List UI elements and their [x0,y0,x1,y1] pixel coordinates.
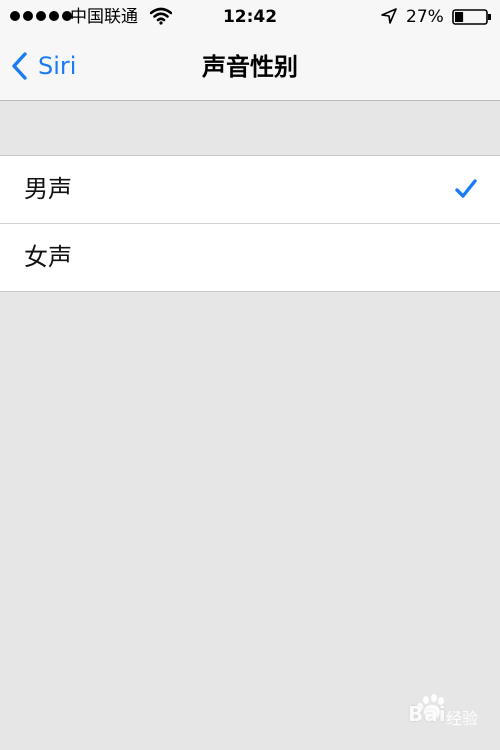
option-label: 男声 [24,175,72,203]
navigation-bar: Siri 声音性别 [0,34,500,101]
option-label: 女声 [24,243,72,271]
baidu-watermark: Bai 经验 [370,690,490,740]
battery-icon [452,9,491,25]
status-bar: 中国联通 12:42 27% [0,0,500,34]
voice-gender-list: 男声 女声 [0,155,500,292]
option-male-voice[interactable]: 男声 [0,156,500,223]
option-female-voice[interactable]: 女声 [0,223,500,291]
back-button[interactable]: Siri [10,48,76,84]
back-label: Siri [38,52,77,80]
watermark-brand: Bai [408,702,447,726]
watermark-sub: 经验 [446,709,479,728]
checkmark-icon [455,179,477,198]
battery-percent: 27% [406,7,444,27]
chevron-left-icon [12,52,27,80]
location-arrow-icon [381,8,397,24]
